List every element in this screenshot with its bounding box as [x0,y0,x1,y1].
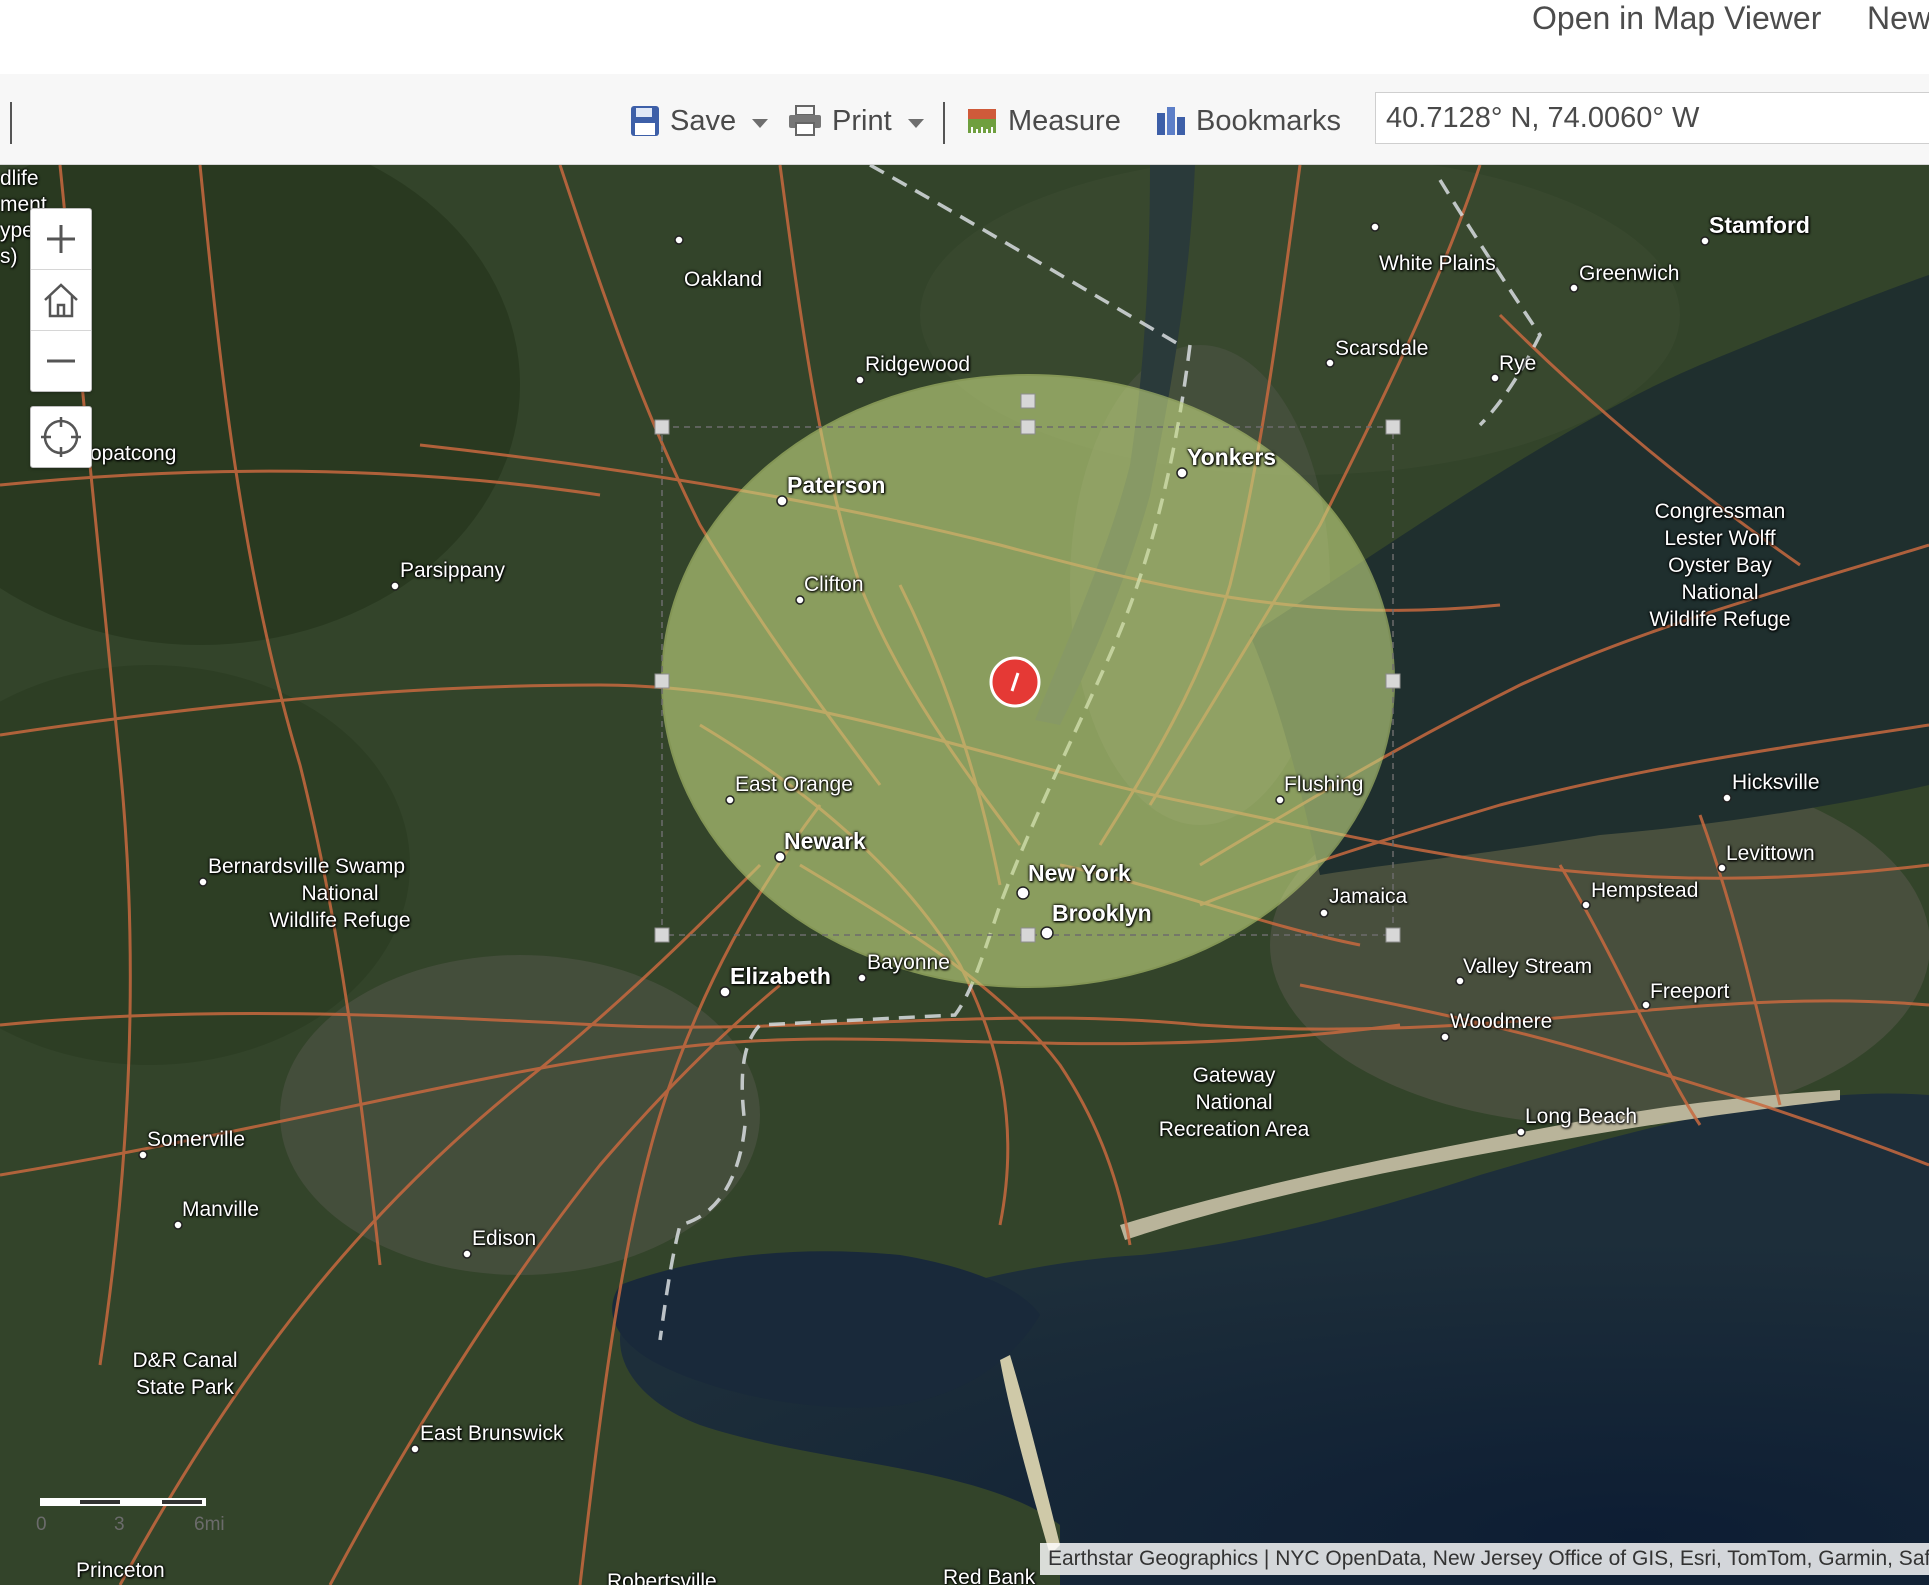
map-label: Ridgewood [865,353,971,376]
map-view[interactable]: dlife ment ype s) opatcong Oakland Ridge… [0,165,1929,1585]
map-label: Yonkers [1187,444,1277,470]
map-label: Gateway [1192,1064,1276,1087]
toolbar-divider [943,102,945,144]
coordinate-search-input[interactable] [1375,92,1929,144]
map-label: Oyster Bay [1668,554,1772,577]
map-attribution: Earthstar Geographics | NYC OpenData, Ne… [1040,1543,1929,1575]
bottom-strip [0,1585,1929,1595]
map-label: Congressman [1654,500,1786,523]
map-label: opatcong [90,442,177,465]
map-label: Swamp [334,855,406,878]
map-label: White Plains [1379,252,1496,275]
map-toolbar: Save Print Measure Bookmarks [0,74,1929,165]
locate-button[interactable] [30,406,92,468]
map-label: Oakland [684,268,763,291]
scale-label: 0 [36,1514,47,1535]
minus-icon [47,359,75,363]
map-label: dlife [0,167,39,190]
swamp-refuge-label: Swamp National Wildlife Refuge [250,853,430,934]
map-label: Parsippany [400,559,506,582]
map-label: Lester Wolff [1664,527,1776,550]
map-label: Woodmere [1450,1010,1553,1033]
map-label: Princeton [76,1559,165,1582]
bookmarks-button[interactable]: Bookmarks [1156,98,1341,144]
printer-icon [788,105,822,137]
new-link[interactable]: New [1867,0,1929,37]
map-label: Bayonne [867,951,950,974]
map-label: Scarsdale [1335,337,1429,360]
chevron-down-icon [752,118,769,128]
gateway-recreation-label: Gateway National Recreation Area [1134,1062,1334,1143]
print-button[interactable]: Print [788,98,924,144]
scale-bar [40,1498,206,1506]
oyster-bay-refuge-label: Congressman Lester Wolff Oyster Bay Nati… [1600,498,1840,633]
open-in-map-viewer-link[interactable]: Open in Map Viewer [1532,0,1821,37]
map-label: Freeport [1650,980,1730,1003]
map-label: Red Bank [943,1566,1036,1585]
map-label: National [1195,1091,1273,1114]
map-label: Paterson [787,472,886,498]
map-label: D&R Canal [132,1349,238,1372]
map-label: Hicksville [1732,771,1820,794]
map-label: State Park [135,1376,235,1399]
locate-icon [41,417,81,457]
chevron-down-icon [907,118,924,128]
map-label: Wildlife Refuge [1649,608,1791,631]
print-label: Print [832,104,892,137]
map-label: Jamaica [1329,885,1408,908]
dr-canal-label: D&R Canal State Park [105,1347,265,1401]
map-label: Valley Stream [1463,955,1593,978]
save-icon [630,105,660,137]
measure-button[interactable]: Measure [966,98,1121,144]
map-label: ype [0,219,34,242]
scale-label: 6mi [194,1514,225,1535]
map-label: Stamford [1709,212,1810,238]
map-label: Clifton [804,573,864,596]
map-label: Wildlife Refuge [269,909,411,932]
toolbar-divider [10,102,12,144]
save-label: Save [670,104,737,137]
measure-label: Measure [1008,104,1121,137]
home-button[interactable] [31,270,91,331]
map-label: Greenwich [1579,262,1680,285]
map-label: Brooklyn [1052,900,1152,926]
top-header: Open in Map Viewer New [0,0,1929,74]
bookmarks-label: Bookmarks [1196,104,1342,137]
map-label: Somerville [147,1128,246,1151]
map-label: Newark [784,828,866,854]
map-label: National [1681,581,1759,604]
map-label: Hempstead [1591,879,1699,902]
map-label: Edison [472,1227,537,1250]
map-label: Recreation Area [1158,1118,1310,1141]
home-icon [44,283,78,318]
map-label: Rye [1499,352,1537,375]
measure-icon [966,105,998,137]
map-label: National [301,882,379,905]
zoom-controls [30,208,92,392]
map-label: East Brunswick [420,1422,564,1445]
plus-icon [47,225,75,253]
map-label: East Orange [735,773,853,796]
map-label: Levittown [1726,842,1815,865]
zoom-out-button[interactable] [31,331,91,391]
save-button[interactable]: Save [630,98,769,144]
bookmarks-icon [1156,105,1186,137]
zoom-in-button[interactable] [31,209,91,270]
map-label: New York [1028,860,1131,886]
scale-label: 3 [114,1514,125,1535]
map-label: Long Beach [1525,1105,1638,1128]
map-label: Flushing [1284,773,1364,796]
map-label: s) [0,245,18,268]
map-label: Robertsville [607,1570,717,1585]
map-label: Manville [182,1198,260,1221]
map-label: Elizabeth [730,963,831,989]
